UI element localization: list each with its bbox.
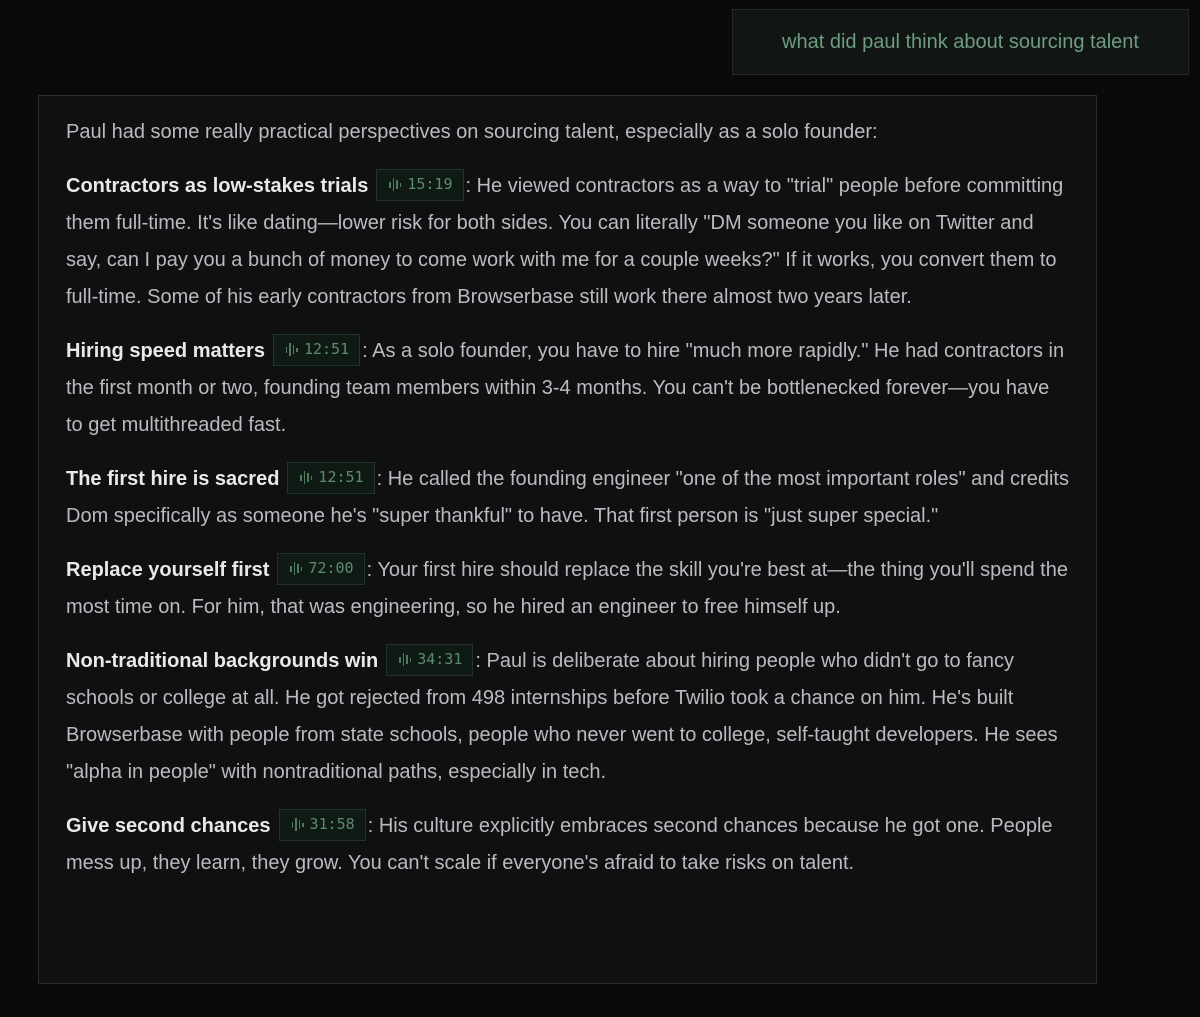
point-title: Give second chances — [66, 815, 271, 837]
timestamp-label: 15:19 — [407, 175, 453, 194]
user-message-bubble: what did paul think about sourcing talen… — [732, 9, 1189, 75]
assistant-answer-card: Paul had some really practical perspecti… — [38, 95, 1097, 984]
audio-waveform-icon — [389, 178, 402, 192]
point-title: Replace yourself first — [66, 559, 270, 581]
point-title: Hiring speed matters — [66, 340, 265, 362]
point-title: Contractors as low-stakes trials — [66, 175, 369, 197]
audio-waveform-icon — [399, 653, 412, 667]
audio-waveform-icon — [291, 818, 304, 832]
answer-point: Hiring speed matters 12:51: As a solo fou… — [66, 333, 1070, 444]
timestamp-chip[interactable]: 31:58 — [278, 808, 366, 841]
timestamp-chip[interactable]: 72:00 — [277, 552, 365, 585]
answer-point: The first hire is sacred 12:51: He called… — [66, 461, 1070, 535]
timestamp-label: 34:31 — [417, 650, 463, 669]
answer-point: Contractors as low-stakes trials 15:19: H… — [66, 168, 1070, 316]
timestamp-label: 31:58 — [309, 815, 355, 834]
timestamp-chip[interactable]: 34:31 — [386, 643, 474, 676]
timestamp-chip[interactable]: 12:51 — [272, 333, 361, 366]
answer-point: Give second chances 31:58: His culture ex… — [66, 808, 1070, 882]
timestamp-chip[interactable]: 15:19 — [376, 168, 464, 201]
timestamp-label: 12:51 — [303, 340, 350, 359]
timestamp-label: 12:51 — [318, 468, 364, 487]
audio-waveform-icon — [290, 562, 303, 576]
answer-point: Non-traditional backgrounds win 34:31: Pa… — [66, 643, 1070, 791]
audio-waveform-icon — [300, 471, 313, 485]
point-title: Non-traditional backgrounds win — [66, 650, 379, 672]
answer-intro: Paul had some really practical perspecti… — [66, 121, 878, 143]
timestamp-label: 72:00 — [308, 559, 354, 578]
point-title: The first hire is sacred — [66, 468, 280, 490]
audio-waveform-icon — [285, 343, 298, 357]
answer-point: Replace yourself first 72:00: Your first … — [66, 552, 1070, 626]
user-message-text: what did paul think about sourcing talen… — [782, 30, 1139, 53]
timestamp-chip[interactable]: 12:51 — [287, 461, 375, 494]
